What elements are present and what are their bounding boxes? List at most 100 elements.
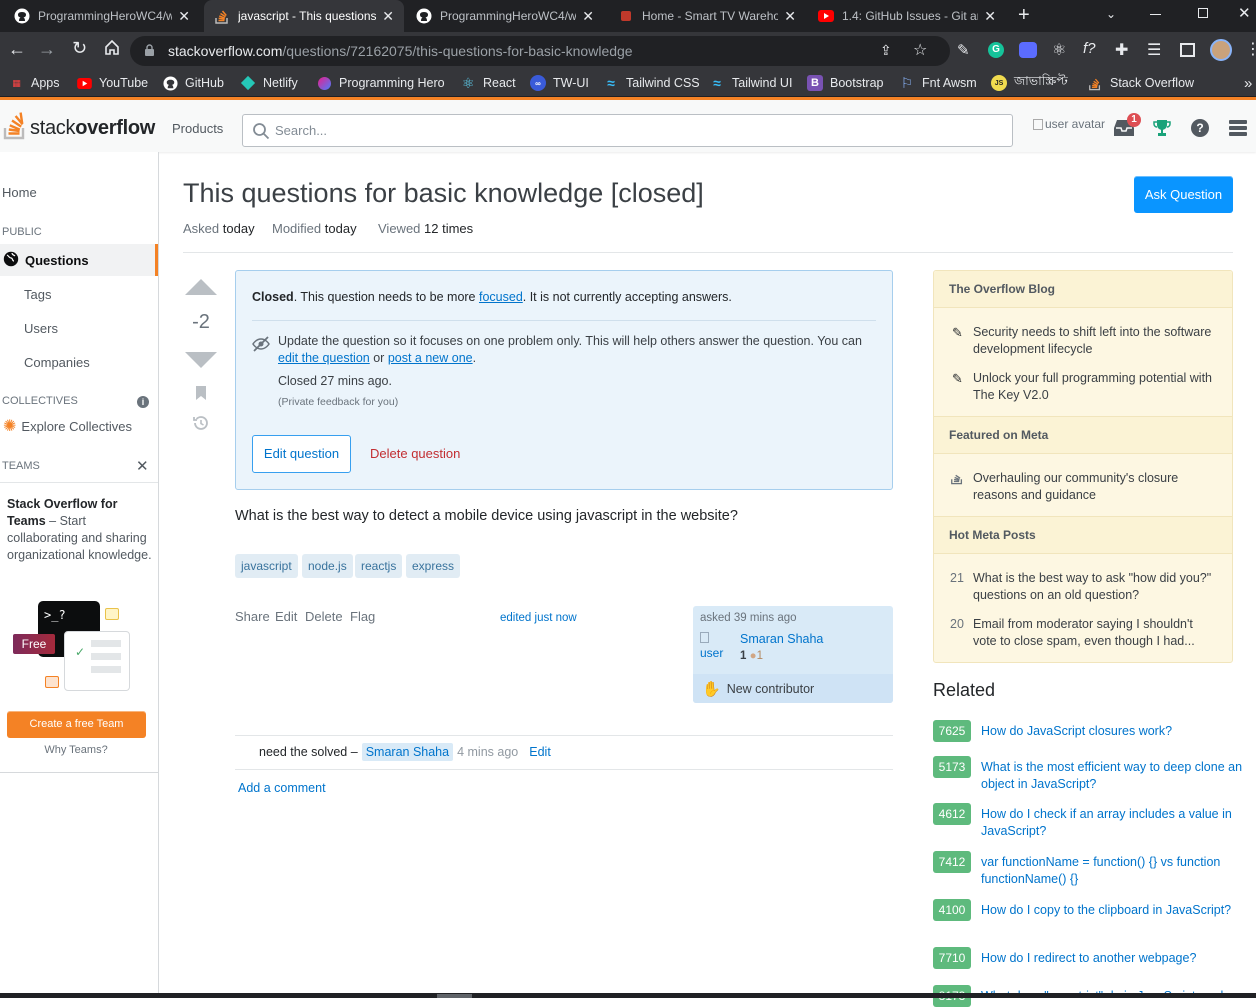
bookmark-apps[interactable]: ▦ Apps [8, 70, 59, 96]
browser-tab-active[interactable]: javascript - This questions ✕ [204, 0, 404, 32]
nav-users[interactable]: Users [24, 321, 182, 336]
bookmark-netlify[interactable]: Netlify [240, 70, 298, 96]
tag-javascript[interactable]: javascript [235, 554, 298, 578]
chevron-down-icon[interactable]: ⌄ [1106, 7, 1116, 21]
bookmark-tailwind-css[interactable]: ≈ Tailwind CSS [603, 70, 699, 96]
site-switcher-icon[interactable] [1229, 120, 1247, 139]
extension-icon[interactable] [1019, 42, 1037, 58]
bookmark-programming-hero[interactable]: Programming Hero [316, 70, 445, 96]
profile-avatar[interactable] [1210, 39, 1232, 61]
ask-question-button[interactable]: Ask Question [1134, 176, 1233, 213]
forward-icon[interactable]: → [38, 39, 56, 60]
related-question-link[interactable]: var functionName = function() {} vs func… [981, 854, 1243, 888]
related-question-link[interactable]: What is the most efficient way to deep c… [981, 759, 1243, 793]
related-question-link[interactable]: How do I redirect to another webpage? [981, 950, 1243, 967]
tag-nodejs[interactable]: node.js [302, 554, 353, 578]
bookmark-icon[interactable] [195, 385, 207, 404]
hot-post-link[interactable]: What is the best way to ask "how did you… [973, 570, 1218, 604]
close-tab-icon[interactable]: ✕ [582, 8, 594, 25]
bookmark-bootstrap[interactable]: B Bootstrap [807, 70, 884, 96]
trophy-icon[interactable] [1152, 118, 1172, 141]
history-icon[interactable] [192, 414, 210, 435]
bookmarks-overflow-icon[interactable]: » [1244, 70, 1252, 96]
minimize-icon[interactable] [1150, 14, 1161, 15]
grammarly-icon[interactable]: G [988, 42, 1004, 58]
bookmark-fnt-awsm[interactable]: ⚐ Fnt Awsm [899, 70, 977, 96]
close-tab-icon[interactable]: ✕ [178, 8, 190, 25]
address-bar[interactable]: stackoverflow.com/questions/72162075/thi… [130, 36, 950, 66]
bookmark-stack-overflow[interactable]: Stack Overflow [1087, 70, 1194, 96]
comment-user-link[interactable]: Smaran Shaha [361, 743, 454, 761]
products-link[interactable]: Products [172, 121, 223, 136]
tag-reactjs[interactable]: reactjs [355, 554, 403, 578]
bookmark-tw-ui[interactable]: ∞ TW-UI [530, 70, 589, 96]
add-comment-link[interactable]: Add a comment [238, 781, 326, 795]
close-tab-icon[interactable]: ✕ [984, 8, 996, 25]
bookmark-github[interactable]: GitHub [162, 70, 224, 96]
restore-icon[interactable] [1198, 8, 1208, 18]
info-icon[interactable]: i [137, 396, 149, 408]
close-teams-icon[interactable]: ✕ [136, 457, 149, 475]
meta-item-link[interactable]: Overhauling our community's closure reas… [973, 470, 1218, 504]
star-icon[interactable]: ☆ [913, 40, 927, 60]
share-icon[interactable]: ⇪ [880, 42, 892, 59]
question-title[interactable]: This questions for basic knowledge [clos… [183, 178, 704, 209]
back-icon[interactable]: ← [8, 39, 26, 60]
help-icon[interactable]: ? [1191, 119, 1209, 137]
blog-item-link[interactable]: Security needs to shift left into the so… [973, 324, 1218, 358]
delete-question-button[interactable]: Delete question [370, 446, 460, 461]
reading-list-icon[interactable]: ☰ [1147, 40, 1161, 60]
bookmark-youtube[interactable]: YouTube [76, 70, 148, 96]
post-new-link[interactable]: post a new one [388, 351, 473, 365]
related-question-link[interactable]: How do JavaScript closures work? [981, 723, 1243, 740]
tag-express[interactable]: express [406, 554, 461, 578]
react-devtools-icon[interactable]: ⚛ [1052, 40, 1066, 60]
user-avatar[interactable]: user avatar [1033, 117, 1105, 137]
formula-icon[interactable]: f? [1083, 40, 1096, 57]
bookmark-javascript-bn[interactable]: JS জাভাস্ক্রিপ্ট [991, 70, 1068, 96]
blog-item-link[interactable]: Unlock your full programming potential w… [973, 370, 1218, 404]
bookmark-react[interactable]: ⚛ React [460, 70, 516, 96]
edit-question-button[interactable]: Edit question [252, 435, 351, 473]
new-tab-icon[interactable]: + [1018, 4, 1030, 27]
so-logo[interactable]: stack overflow [2, 110, 155, 140]
bookmark-tailwind-ui[interactable]: ≈ Tailwind UI [709, 70, 792, 96]
edited-link[interactable]: edited just now [500, 612, 577, 624]
related-question-link[interactable]: How do I check if an array includes a va… [981, 806, 1243, 840]
search-input[interactable]: Search... [242, 114, 1013, 147]
browser-tab[interactable]: ProgrammingHeroWC4/w ✕ [406, 0, 604, 32]
nav-tags[interactable]: Tags [24, 287, 182, 302]
nav-home[interactable]: Home [2, 185, 160, 200]
nav-questions[interactable]: Questions [0, 244, 158, 276]
puzzle-icon[interactable]: ✚ [1115, 40, 1128, 60]
close-tab-icon[interactable]: ✕ [784, 8, 796, 25]
sidepanel-icon[interactable] [1180, 43, 1195, 57]
reload-icon[interactable]: ↻ [72, 38, 87, 59]
pen-extension-icon[interactable]: ✎ [957, 41, 970, 59]
edit-link[interactable]: Edit [275, 609, 297, 624]
focused-link[interactable]: focused [479, 290, 523, 304]
user-name-link[interactable]: Smaran Shaha [740, 632, 823, 646]
edit-question-link[interactable]: edit the question [278, 351, 370, 365]
browser-tab[interactable]: 1.4: GitHub Issues - Git an ✕ [808, 0, 1006, 32]
delete-link[interactable]: Delete [305, 609, 343, 624]
browser-tab[interactable]: ProgrammingHeroWC4/w ✕ [4, 0, 200, 32]
home-icon[interactable] [103, 38, 121, 59]
upvote-icon[interactable] [185, 279, 217, 295]
share-link[interactable]: Share [235, 609, 270, 624]
scrollbar-thumb[interactable] [437, 994, 472, 998]
comment-edit-link[interactable]: Edit [529, 745, 551, 759]
why-teams-link[interactable]: Why Teams? [0, 744, 152, 756]
flag-link[interactable]: Flag [350, 609, 375, 624]
kebab-menu-icon[interactable]: ⋮ [1245, 39, 1256, 59]
hot-post-link[interactable]: Email from moderator saying I shouldn't … [973, 616, 1218, 650]
nav-explore-collectives[interactable]: ✺ Explore Collectives [3, 418, 161, 434]
nav-companies[interactable]: Companies [24, 355, 182, 370]
user-avatar[interactable]: user [700, 632, 732, 664]
close-tab-icon[interactable]: ✕ [382, 8, 394, 25]
related-question-link[interactable]: How do I copy to the clipboard in JavaSc… [981, 902, 1243, 919]
downvote-icon[interactable] [185, 352, 217, 368]
create-team-button[interactable]: Create a free Team [7, 711, 146, 738]
browser-tab[interactable]: Home - Smart TV Wareho ✕ [608, 0, 806, 32]
close-window-icon[interactable]: ✕ [1238, 4, 1251, 22]
